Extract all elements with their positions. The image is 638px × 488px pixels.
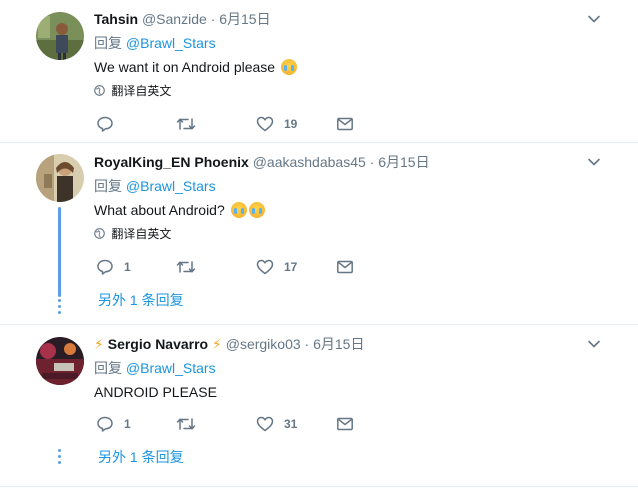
retweet-icon xyxy=(176,418,196,430)
avatar[interactable] xyxy=(36,154,84,202)
tweet-1[interactable]: Tahsin @Sanzide · 6月15日 回复 @Brawl_Stars … xyxy=(0,0,638,142)
tweet-2[interactable]: RoyalKing_EN Phoenix @aakashdabas45 · 6月… xyxy=(0,143,638,324)
sob-emoji-icon xyxy=(248,202,265,218)
reply-context: 回复 @Brawl_Stars xyxy=(94,177,216,195)
avatar[interactable] xyxy=(36,337,84,385)
direct-message-button[interactable] xyxy=(336,414,354,434)
sob-emoji-icon xyxy=(230,202,247,218)
message-icon xyxy=(337,417,353,431)
show-more-replies-link[interactable]: 另外 1 条回复 xyxy=(98,291,184,309)
message-icon xyxy=(337,260,353,274)
display-name[interactable]: Tahsin xyxy=(94,11,138,27)
reply-icon xyxy=(97,259,113,275)
mention-link[interactable]: @Brawl_Stars xyxy=(126,178,216,194)
like-icon xyxy=(256,416,274,432)
message-icon xyxy=(337,117,353,131)
retweet-button[interactable] xyxy=(176,114,206,134)
tweet-3[interactable]: ⚡ Sergio Navarro ⚡ @sergiko03 · 6月15日 回复… xyxy=(0,325,638,488)
reply-prefix: 回复 xyxy=(94,360,122,376)
translate-label[interactable]: 翻译自英文 xyxy=(111,227,171,241)
like-count: 17 xyxy=(284,260,298,274)
mention-link[interactable]: @Brawl_Stars xyxy=(126,35,216,51)
thread-connector xyxy=(58,207,61,297)
direct-message-button[interactable] xyxy=(336,114,354,134)
tweet-text: We want it on Android please xyxy=(94,58,297,76)
retweet-button[interactable] xyxy=(176,414,206,434)
thread-more-dots xyxy=(58,449,61,467)
user-handle[interactable]: @aakashdabas45 xyxy=(253,154,366,170)
retweet-button[interactable] xyxy=(176,257,206,277)
tweet-date[interactable]: · 6月15日 xyxy=(305,336,365,352)
avatar[interactable] xyxy=(36,12,84,60)
reply-context: 回复 @Brawl_Stars xyxy=(94,359,216,377)
retweet-icon xyxy=(176,261,196,273)
chevron-down-icon[interactable] xyxy=(586,336,602,352)
translate-link[interactable]: 翻译自英文 xyxy=(94,226,171,242)
like-icon xyxy=(256,116,274,132)
tweet-text-content: What about Android? xyxy=(94,202,225,218)
reply-count: 1 xyxy=(124,417,131,431)
tweet-header: RoyalKing_EN Phoenix @aakashdabas45 · 6月… xyxy=(94,153,430,171)
translate-label[interactable]: 翻译自英文 xyxy=(111,84,171,98)
display-name[interactable]: Sergio Navarro xyxy=(108,336,208,352)
tweet-actions: 19 xyxy=(94,114,374,134)
globe-icon xyxy=(94,85,105,96)
lightning-emoji-icon: ⚡ xyxy=(212,336,222,352)
tweet-header: Tahsin @Sanzide · 6月15日 xyxy=(94,10,271,28)
direct-message-button[interactable] xyxy=(336,257,354,277)
reply-button[interactable]: 1 xyxy=(96,414,131,434)
tweet-header: ⚡ Sergio Navarro ⚡ @sergiko03 · 6月15日 xyxy=(94,335,364,353)
user-handle[interactable]: @sergiko03 xyxy=(226,336,301,352)
reply-icon xyxy=(97,416,113,432)
tweet-text: What about Android? xyxy=(94,201,265,219)
like-icon xyxy=(256,259,274,275)
display-name[interactable]: RoyalKing_EN Phoenix xyxy=(94,154,249,170)
lightning-emoji-icon: ⚡ xyxy=(94,336,104,352)
reply-button[interactable] xyxy=(96,114,124,134)
globe-icon xyxy=(94,228,105,239)
reply-prefix: 回复 xyxy=(94,35,122,51)
reply-button[interactable]: 1 xyxy=(96,257,131,277)
like-button[interactable]: 19 xyxy=(256,114,297,134)
tweet-text-content: We want it on Android please xyxy=(94,59,276,75)
reply-context: 回复 @Brawl_Stars xyxy=(94,34,216,52)
thread-more-dots xyxy=(58,299,61,317)
like-count: 31 xyxy=(284,417,298,431)
tweet-date[interactable]: · 6月15日 xyxy=(370,154,430,170)
chevron-down-icon[interactable] xyxy=(586,154,602,170)
tweet-text-content: ANDROID PLEASE xyxy=(94,384,217,400)
translate-link[interactable]: 翻译自英文 xyxy=(94,83,171,99)
show-more-replies-link[interactable]: 另外 1 条回复 xyxy=(98,448,184,466)
chevron-down-icon[interactable] xyxy=(586,11,602,27)
sob-emoji-icon xyxy=(280,59,297,75)
reply-prefix: 回复 xyxy=(94,178,122,194)
like-button[interactable]: 31 xyxy=(256,414,297,434)
reply-count: 1 xyxy=(124,260,131,274)
like-count: 19 xyxy=(284,117,298,131)
tweet-text: ANDROID PLEASE xyxy=(94,383,217,401)
retweet-icon xyxy=(176,118,196,130)
tweet-date[interactable]: · 6月15日 xyxy=(211,11,271,27)
user-handle[interactable]: @Sanzide xyxy=(142,11,207,27)
tweet-actions: 1 31 xyxy=(94,414,374,434)
like-button[interactable]: 17 xyxy=(256,257,297,277)
mention-link[interactable]: @Brawl_Stars xyxy=(126,360,216,376)
tweet-actions: 1 17 xyxy=(94,257,374,277)
tweet-separator xyxy=(0,486,638,487)
reply-icon xyxy=(97,116,113,132)
